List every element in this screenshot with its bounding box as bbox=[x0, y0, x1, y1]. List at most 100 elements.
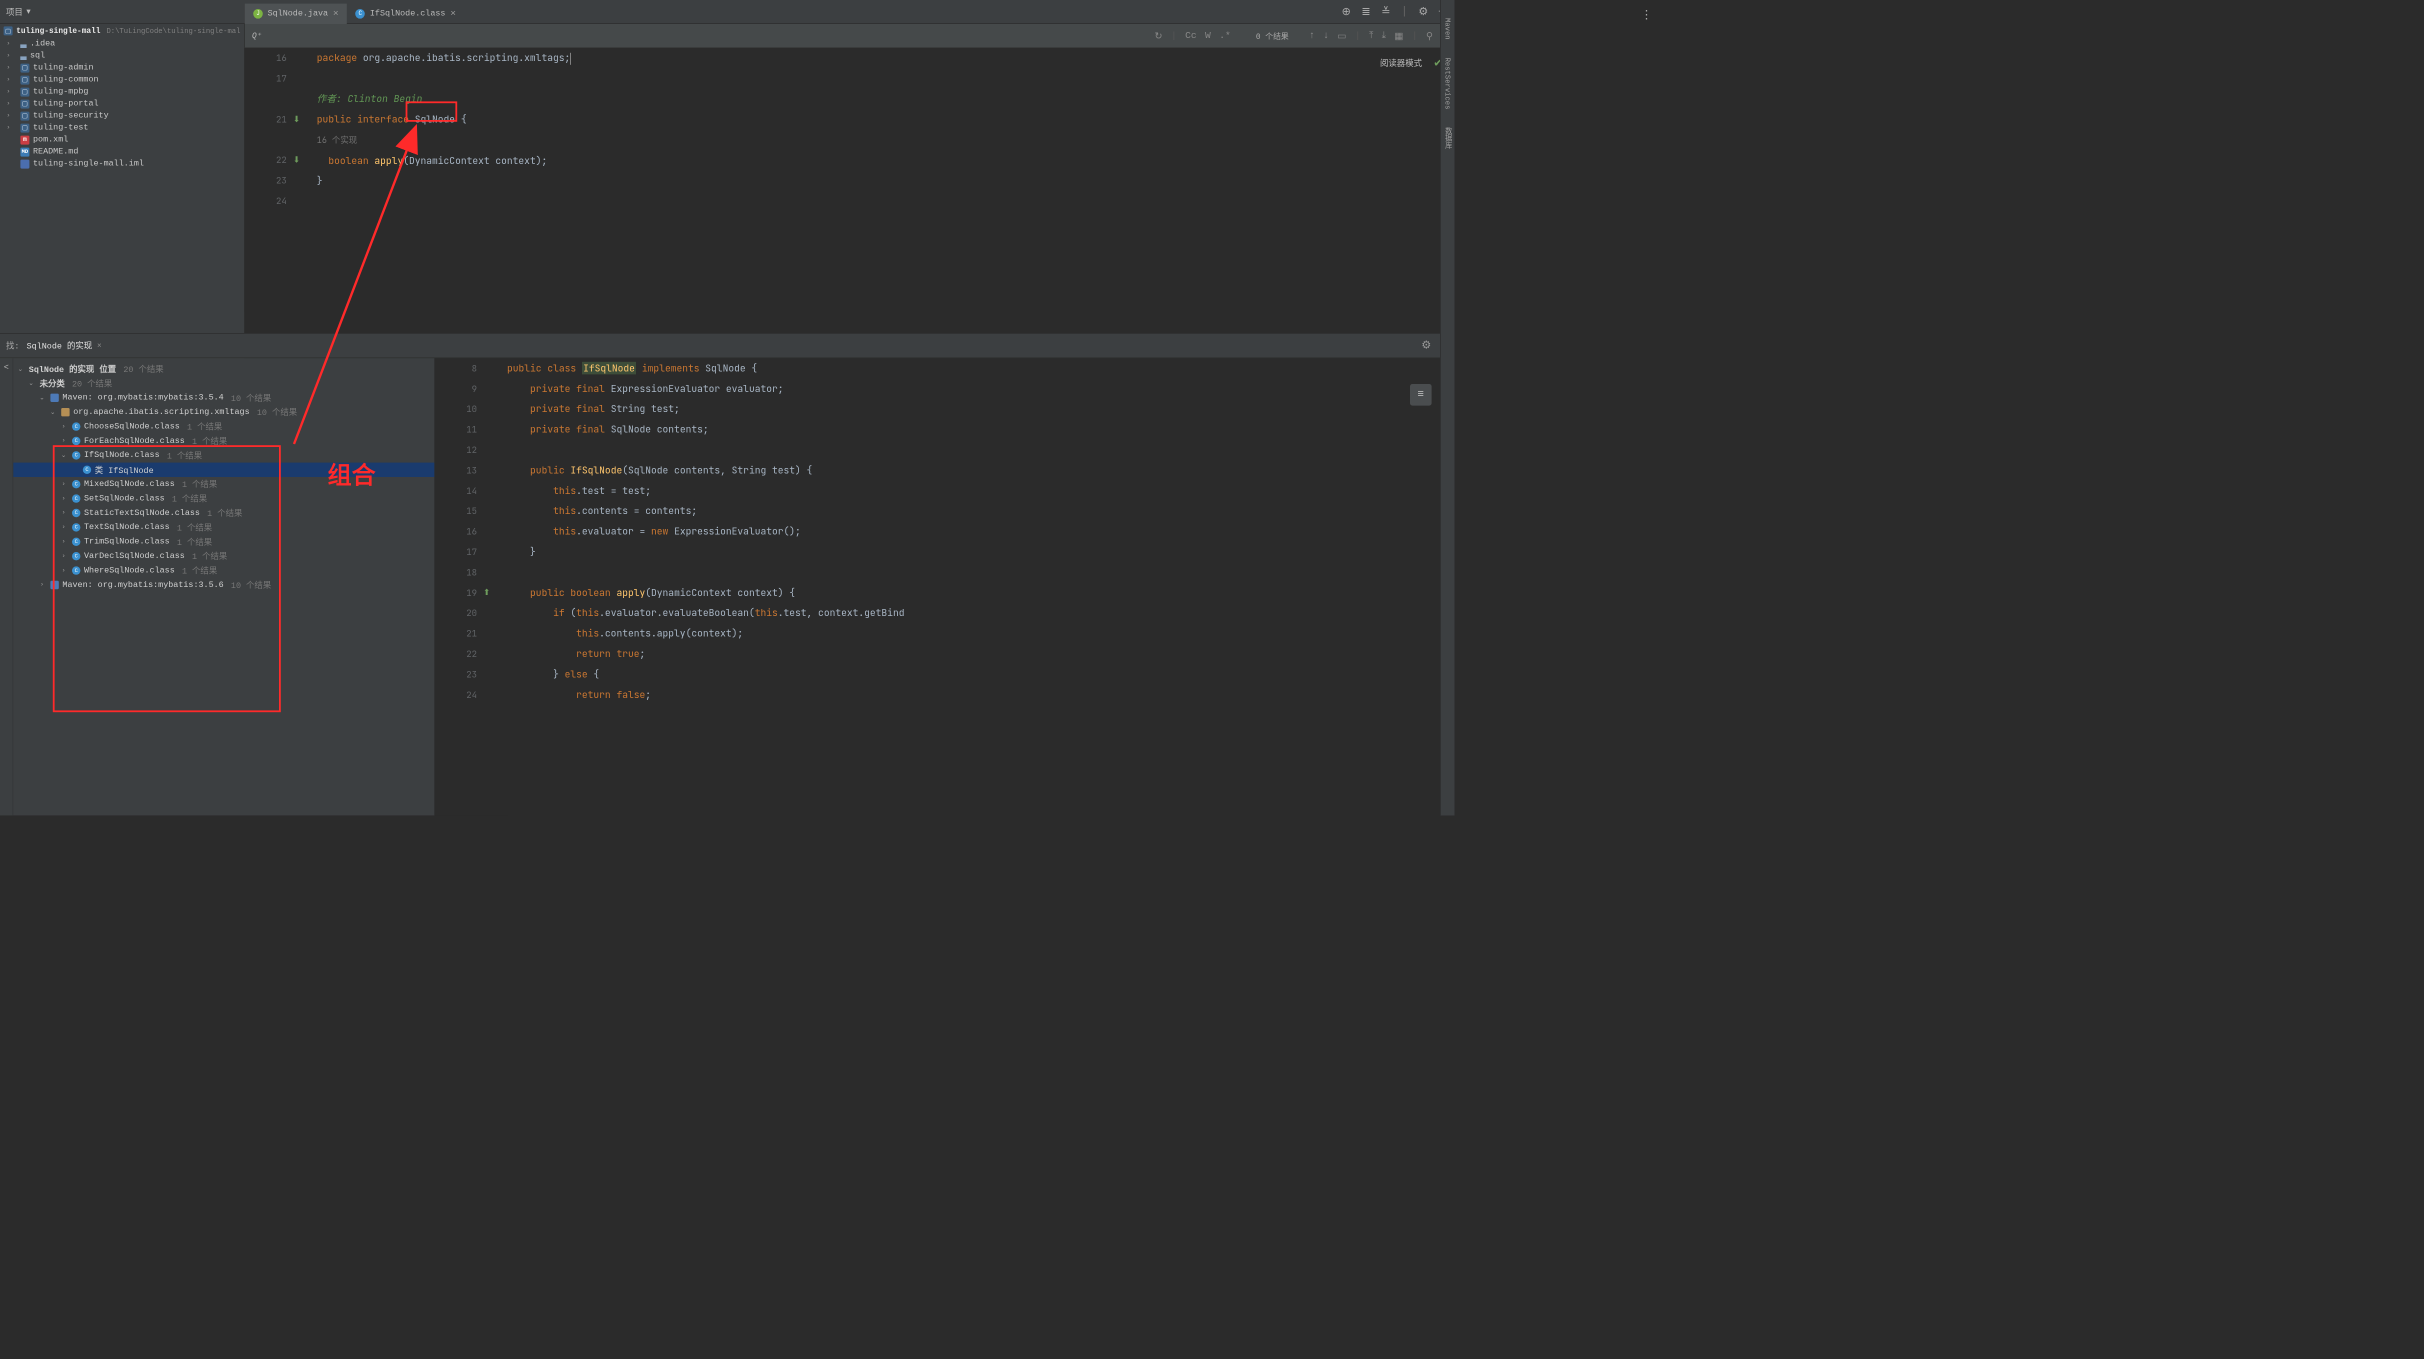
chevron-down-icon: ▾ bbox=[26, 7, 30, 17]
database-tool[interactable]: 数据库 bbox=[1443, 127, 1453, 149]
class-icon: C bbox=[72, 523, 80, 531]
file-icon bbox=[20, 159, 29, 168]
filter-a-icon[interactable]: ▦ bbox=[1394, 30, 1403, 42]
result-node[interactable]: ›CTrimSqlNode.class1 个结果 bbox=[16, 535, 435, 549]
target-icon[interactable]: ⊕ bbox=[1342, 5, 1351, 18]
tree-item[interactable]: ›▃sql bbox=[0, 50, 244, 62]
find-prefix: 找: bbox=[6, 340, 19, 352]
class-icon: C bbox=[72, 451, 80, 459]
folder-icon: ▃ bbox=[20, 51, 26, 60]
tab-ifsqlnode-class[interactable]: C IfSqlNode.class × bbox=[347, 4, 464, 24]
editor-ifsqlnode[interactable]: 8910111213141516171819⬆2021222324 public… bbox=[435, 358, 1454, 815]
next-icon[interactable]: ↓ bbox=[1323, 30, 1329, 42]
words-icon[interactable]: W bbox=[1205, 30, 1211, 42]
tree-item[interactable]: ›▢tuling-test bbox=[0, 122, 244, 134]
result-node[interactable]: ›CTextSqlNode.class1 个结果 bbox=[16, 520, 435, 534]
tree-item[interactable]: ›▢tuling-mpbg bbox=[0, 86, 244, 98]
tree-item[interactable]: MDREADME.md bbox=[0, 146, 244, 158]
class-file-icon: C bbox=[355, 9, 365, 19]
result-node[interactable]: ⌄Maven: org.mybatis:mybatis:3.5.410 个结果 bbox=[16, 391, 435, 405]
tree-item[interactable]: ›▃.idea bbox=[0, 38, 244, 50]
class-icon: C bbox=[72, 566, 80, 574]
class-icon: C bbox=[72, 422, 80, 430]
maven-icon: m bbox=[20, 135, 29, 144]
tree-item-label: tuling-mpbg bbox=[33, 87, 88, 97]
module-icon: ▢ bbox=[20, 75, 29, 84]
project-root-name: tuling-single-mall bbox=[16, 26, 100, 35]
folder-icon: ▃ bbox=[20, 39, 26, 48]
redo-icon[interactable]: ↻ bbox=[1155, 30, 1163, 42]
gear-icon[interactable]: ⚙ bbox=[1418, 5, 1428, 18]
regex-icon[interactable]: .* bbox=[1219, 30, 1231, 42]
project-tool-icons: ⊕ ≣ ≚ | ⚙ — bbox=[1333, 5, 1455, 18]
tab-label: IfSqlNode.class bbox=[370, 9, 446, 19]
tree-icon[interactable]: ≣ bbox=[1361, 5, 1370, 18]
editor-sqlnode[interactable]: 1617 21⬇ 22⬇2324 package org.apache.ibat… bbox=[245, 48, 1455, 312]
library-icon bbox=[50, 394, 58, 402]
structure-button[interactable]: ≡ bbox=[1410, 384, 1432, 406]
tree-item-label: sql bbox=[30, 51, 45, 61]
select-all-icon[interactable]: ▭ bbox=[1337, 30, 1346, 42]
override-gutter-icon[interactable]: ⬆ bbox=[483, 583, 490, 603]
collapse-icon[interactable]: ≚ bbox=[1381, 5, 1390, 18]
result-node[interactable]: ›CVarDeclSqlNode.class1 个结果 bbox=[16, 549, 435, 563]
result-node[interactable]: ›CWhereSqlNode.class1 个结果 bbox=[16, 563, 435, 577]
code-area[interactable]: package org.apache.ibatis.scripting.xmlt… bbox=[293, 48, 571, 312]
module-icon: ▢ bbox=[20, 63, 29, 72]
result-node[interactable]: ›CForEachSqlNode.class1 个结果 bbox=[16, 434, 435, 448]
tree-item-label: tuling-test bbox=[33, 123, 88, 133]
results-sidestrip: < bbox=[0, 358, 13, 815]
result-node[interactable]: ›CChooseSqlNode.class1 个结果 bbox=[16, 419, 435, 433]
library-icon bbox=[50, 581, 58, 589]
tree-item[interactable]: ›▢tuling-common bbox=[0, 74, 244, 86]
class-icon: C bbox=[72, 494, 80, 502]
gear-icon[interactable]: ⚙ bbox=[1421, 339, 1431, 352]
tree-item[interactable]: ›▢tuling-security bbox=[0, 110, 244, 122]
more-icon[interactable]: ⋮ bbox=[1640, 7, 1652, 23]
class-icon: C bbox=[72, 552, 80, 560]
result-node[interactable]: ⌄org.apache.ibatis.scripting.xmltags10 个… bbox=[16, 405, 435, 419]
tree-item[interactable]: m pom.xml bbox=[0, 134, 244, 146]
tab-sqlnode-java[interactable]: J SqlNode.java × bbox=[245, 4, 347, 24]
result-node[interactable]: ⌄未分类20 个结果 bbox=[16, 376, 435, 390]
gutter: 1617 21⬇ 22⬇2324 bbox=[245, 48, 293, 312]
code-area[interactable]: public class IfSqlNode implements SqlNod… bbox=[483, 358, 904, 815]
class-icon: C bbox=[83, 466, 91, 474]
find-toolbar: Q⁺ ↻ | Cc W .* 0 个结果 ↑ ↓ ▭ | ⤒ ⤓ ▦ | ⚲ ▼… bbox=[245, 24, 1455, 48]
settings-icon[interactable]: ⚲ bbox=[1426, 30, 1433, 42]
prev-icon[interactable]: ↑ bbox=[1309, 30, 1315, 42]
implements-gutter-icon[interactable]: ⬇ bbox=[293, 109, 300, 129]
close-icon[interactable]: × bbox=[333, 8, 339, 19]
toggle-icon[interactable]: ⤓ bbox=[1382, 30, 1386, 42]
tree-item-label: pom.xml bbox=[33, 135, 68, 145]
class-icon: C bbox=[72, 480, 80, 488]
result-node[interactable]: ⌄SqlNode 的实现 位置20 个结果 bbox=[16, 362, 435, 376]
add-selection-icon[interactable]: ⤒ bbox=[1369, 30, 1373, 42]
search-icon[interactable]: Q⁺ bbox=[252, 31, 261, 40]
project-root[interactable]: ▢ tuling-single-mall D:\TuLingCode\tulin… bbox=[0, 24, 244, 38]
maven-tool[interactable]: Maven bbox=[1443, 18, 1451, 40]
find-tab-title[interactable]: SqlNode 的实现 bbox=[27, 340, 93, 352]
match-case-icon[interactable]: Cc bbox=[1185, 30, 1197, 42]
tree-item[interactable]: ›▢tuling-portal bbox=[0, 98, 244, 110]
tree-item-label: tuling-admin bbox=[33, 63, 93, 73]
implements-gutter-icon[interactable]: ⬇ bbox=[293, 150, 300, 170]
java-file-icon: J bbox=[253, 9, 263, 19]
restservices-tool[interactable]: RestServices bbox=[1443, 58, 1451, 110]
close-icon[interactable]: × bbox=[97, 341, 102, 350]
project-dropdown[interactable]: 项目 ▾ bbox=[0, 6, 37, 18]
module-icon: ▢ bbox=[20, 111, 29, 120]
project-label: 项目 bbox=[6, 6, 23, 18]
tree-item[interactable]: ›▢tuling-admin bbox=[0, 62, 244, 74]
result-node[interactable]: ›CSetSqlNode.class1 个结果 bbox=[16, 491, 435, 505]
tree-item[interactable]: tuling-single-mall.iml bbox=[0, 158, 244, 170]
close-icon[interactable]: × bbox=[450, 8, 456, 19]
result-node[interactable]: ›Maven: org.mybatis:mybatis:3.5.610 个结果 bbox=[16, 578, 435, 592]
result-node[interactable]: ›CStaticTextSqlNode.class1 个结果 bbox=[16, 506, 435, 520]
find-panel-header: 找: SqlNode 的实现 × ⚙ — bbox=[0, 333, 1454, 358]
tree-item-label: README.md bbox=[33, 147, 78, 157]
reader-mode-label[interactable]: 阅读器模式 bbox=[1380, 57, 1422, 69]
tab-label: SqlNode.java bbox=[268, 9, 328, 19]
back-icon[interactable]: < bbox=[0, 363, 13, 373]
tree-item-label: tuling-portal bbox=[33, 99, 99, 109]
